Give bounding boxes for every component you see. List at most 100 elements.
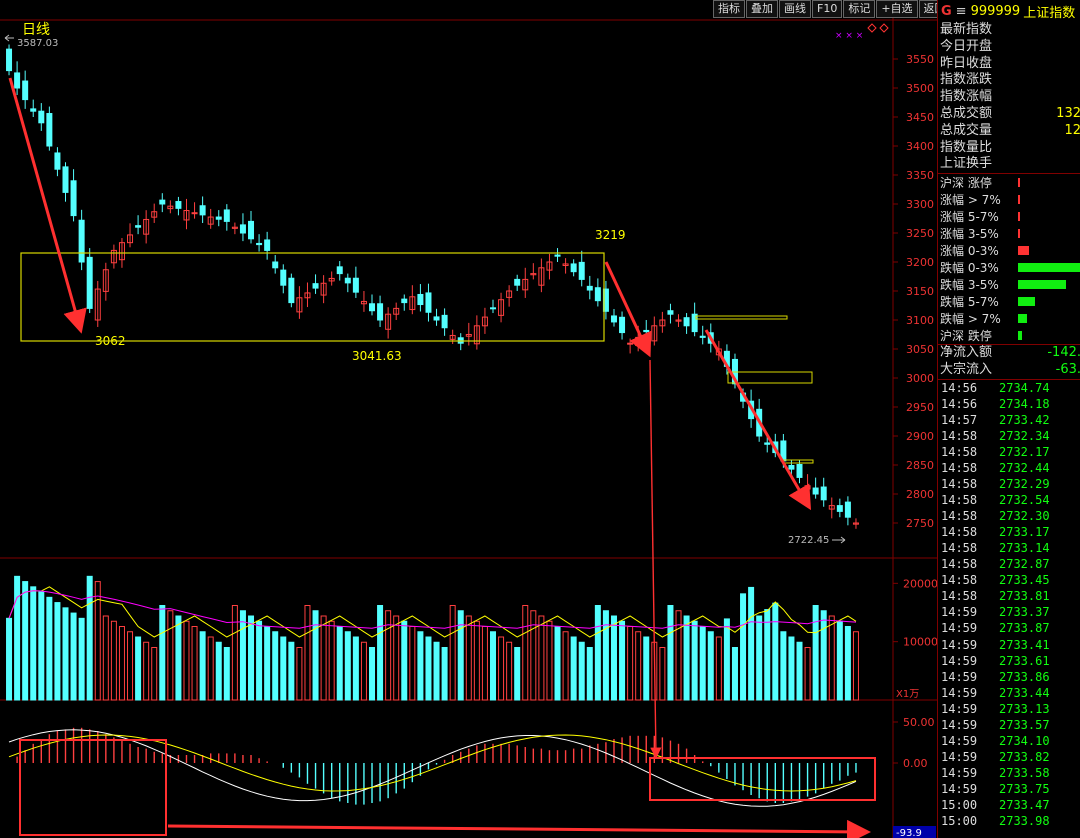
volume-bar <box>433 641 440 701</box>
volume-bar <box>296 647 303 701</box>
volume-bar <box>780 631 787 701</box>
flow-row: 净流入额 -142. <box>940 345 1080 362</box>
volume-bar <box>401 620 408 701</box>
breadth-label: 涨幅 > 7% <box>940 193 1001 208</box>
info-row: 上证换手 <box>940 156 1080 173</box>
volume-bar <box>586 647 593 701</box>
toolbar-button-3[interactable]: F10 <box>812 0 843 18</box>
tick-time: 14:59 <box>941 717 978 732</box>
volume-bar <box>667 605 674 701</box>
candle <box>248 220 255 240</box>
volume-bar <box>635 631 642 701</box>
breadth-label: 跌幅 5-7% <box>940 295 999 310</box>
volume-bar <box>248 615 255 701</box>
volume-bar <box>191 626 198 701</box>
volume-bar <box>844 626 851 701</box>
volume-bar <box>264 626 271 701</box>
trend-arrow <box>167 819 871 838</box>
price-tick-label: 3500 <box>906 82 934 95</box>
breadth-bar <box>1018 195 1020 205</box>
candle <box>14 72 21 89</box>
tick-time: 15:00 <box>941 814 978 829</box>
info-value: 12 <box>1064 122 1080 138</box>
candle <box>578 261 585 280</box>
toolbar-button-4[interactable]: 标记 <box>843 0 876 18</box>
tick-time: 14:58 <box>941 461 978 475</box>
breadth-label: 跌幅 0-3% <box>940 261 999 276</box>
candle <box>54 152 61 170</box>
dea-line <box>8 734 857 792</box>
tick-price: 2734.74 <box>999 380 1050 395</box>
tick-time: 14:58 <box>941 477 978 492</box>
volume-bar <box>481 626 488 701</box>
consolidation-box <box>20 252 605 342</box>
volume-bar <box>199 631 206 701</box>
low-marker: 2722.45 <box>788 535 829 546</box>
tick-row: 15:00 2733.98 <box>941 813 1080 829</box>
volume-bar <box>127 631 134 701</box>
tick-row: 14:58 2732.34 <box>941 428 1080 444</box>
toolbar-button-5[interactable]: +自选 <box>876 0 918 18</box>
tick-price: 2733.17 <box>999 525 1050 540</box>
candle <box>239 224 246 234</box>
tick-time: 14:59 <box>941 669 978 684</box>
breadth-label: 沪深 涨停 <box>940 176 992 191</box>
volume-bar <box>740 593 747 701</box>
volume-bar <box>110 620 117 701</box>
breadth-bar <box>1018 212 1020 222</box>
volume-bar <box>336 626 343 701</box>
symbol-header[interactable]: G ≡ 999999 上证指数 <box>938 0 1080 22</box>
flow-list: 净流入额 -142. 大宗流入 -63. <box>938 345 1080 379</box>
info-label: 总成交量 <box>940 122 993 138</box>
breadth-row: 涨幅 0-3% <box>940 242 1080 259</box>
volume-bar <box>723 618 730 701</box>
volume-bar <box>796 641 803 701</box>
candle <box>836 505 843 512</box>
volume-tick-label: 10000 <box>903 636 938 649</box>
low-marker-arrow <box>832 536 846 544</box>
tick-list[interactable]: 14:56 2734.74 14:56 2734.18 14:57 2733.42 14:5… <box>938 380 1080 829</box>
price-tick-label: 3400 <box>906 140 934 153</box>
volume-bar <box>393 615 400 701</box>
candle <box>699 335 706 338</box>
tick-row: 14:58 2733.14 <box>941 540 1080 556</box>
breadth-row: 沪深 跌停 <box>940 327 1080 344</box>
resistance-box <box>782 459 814 464</box>
volume-bar <box>223 647 230 701</box>
tick-row: 14:59 2733.41 <box>941 637 1080 653</box>
price-tick-label: 3000 <box>906 372 934 385</box>
tick-row: 14:59 2733.86 <box>941 669 1080 685</box>
breadth-row: 涨幅 5-7% <box>940 208 1080 225</box>
toolbar-button-0[interactable]: 指标 <box>713 0 745 18</box>
volume-bar <box>554 626 561 701</box>
volume-bar <box>288 641 295 701</box>
volume-bar <box>256 620 263 701</box>
toolbar-button-1[interactable]: 叠加 <box>746 0 778 18</box>
volume-bar <box>239 610 246 701</box>
annotation-label: 3041.63 <box>352 349 402 363</box>
toolbar-button-2[interactable]: 画线 <box>779 0 811 18</box>
breadth-row: 跌幅 3-5% <box>940 276 1080 293</box>
candle <box>570 263 577 273</box>
breadth-bar <box>1018 297 1035 307</box>
volume-bar <box>14 575 21 701</box>
tick-price: 2733.87 <box>999 621 1050 636</box>
tick-row: 14:59 2733.58 <box>941 765 1080 781</box>
volume-bar <box>643 636 650 701</box>
tick-row: 14:59 2733.37 <box>941 604 1080 620</box>
breadth-label: 跌幅 3-5% <box>940 278 999 293</box>
kline-chart[interactable]: 3550 3500 3450 3400 3350 3300 3250 3200 3150 3100… <box>0 0 1080 838</box>
volume-bar <box>102 615 109 701</box>
volume-bar <box>231 605 238 701</box>
price-tick-label: 2900 <box>906 430 934 443</box>
macd-value-label: -93.9 <box>896 828 922 838</box>
menu-icon[interactable]: ≡ <box>956 4 967 19</box>
candle <box>594 287 601 302</box>
volume-bar <box>151 647 158 701</box>
candle <box>667 310 674 315</box>
breadth-bar <box>1018 263 1080 273</box>
info-value: 132 <box>1056 105 1080 121</box>
volume-bar <box>207 636 214 701</box>
tick-time: 14:58 <box>941 541 978 556</box>
tick-price: 2733.98 <box>999 814 1050 829</box>
